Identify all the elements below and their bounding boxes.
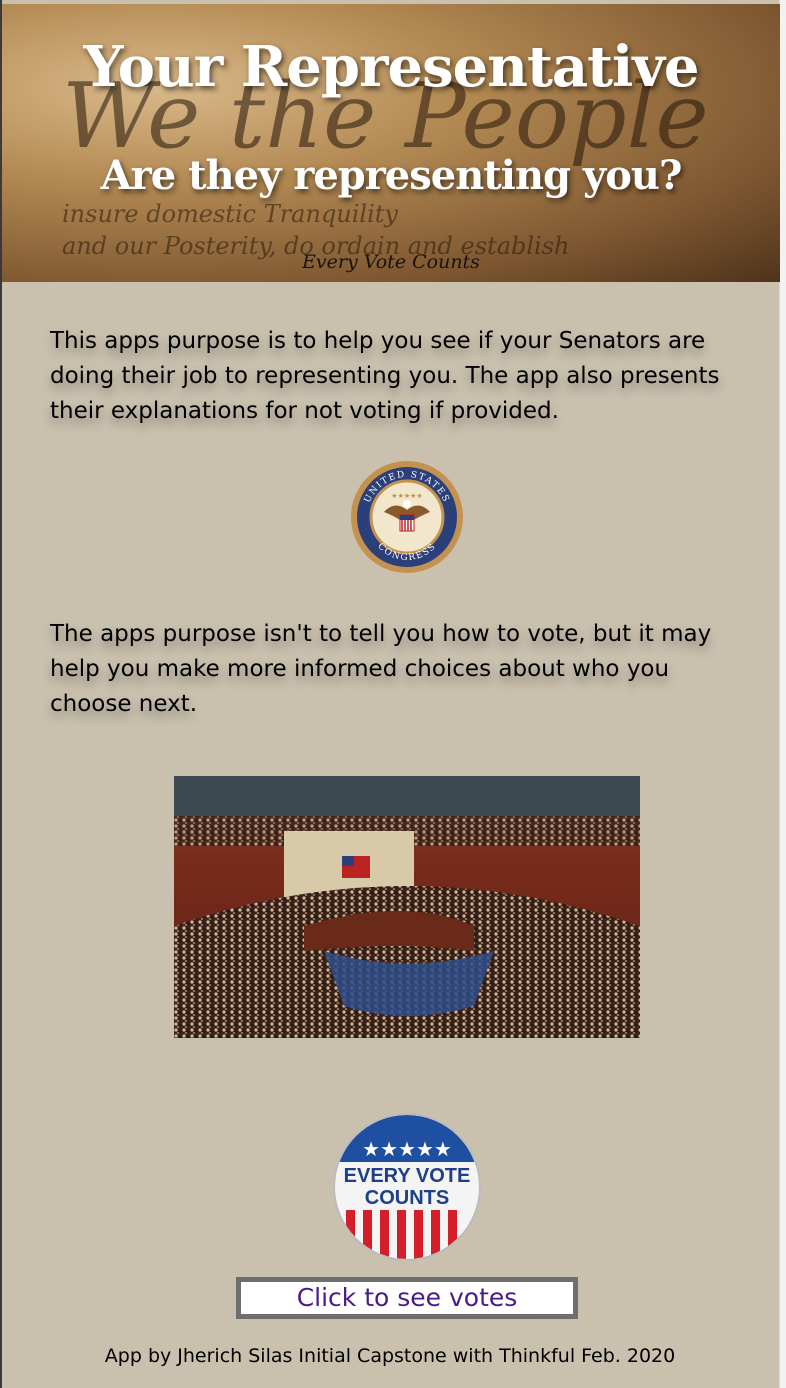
house-chamber-image [174, 776, 640, 1038]
congress-seal-icon: UNITED STATES CONGRESS ★★★★★ [351, 461, 463, 573]
svg-text:★★★★★: ★★★★★ [362, 1137, 452, 1161]
page-title: Your Representative [83, 34, 700, 100]
every-vote-counts-badge-icon: ★★★★★ EVERY VOTE COUNTS [333, 1113, 481, 1261]
see-votes-button[interactable]: Click to see votes [236, 1277, 578, 1319]
svg-text:★★★★★: ★★★★★ [391, 492, 422, 500]
scrollbar[interactable] [779, 0, 786, 1388]
purpose-paragraph: The apps purpose isn't to tell you how t… [50, 621, 712, 717]
hero-header: We the People insure domestic Tranquilit… [2, 4, 780, 282]
badge-line1: EVERY VOTE [344, 1165, 471, 1187]
badge-line2: COUNTS [365, 1187, 449, 1209]
intro-paragraph: This apps purpose is to help you see if … [50, 328, 720, 424]
tagline: Every Vote Counts [302, 251, 480, 273]
page-subtitle: Are they representing you? [100, 152, 683, 199]
background-script-2: insure domestic Tranquility [62, 200, 398, 228]
footer-credit: App by Jherich Silas Initial Capstone wi… [104, 1345, 676, 1367]
